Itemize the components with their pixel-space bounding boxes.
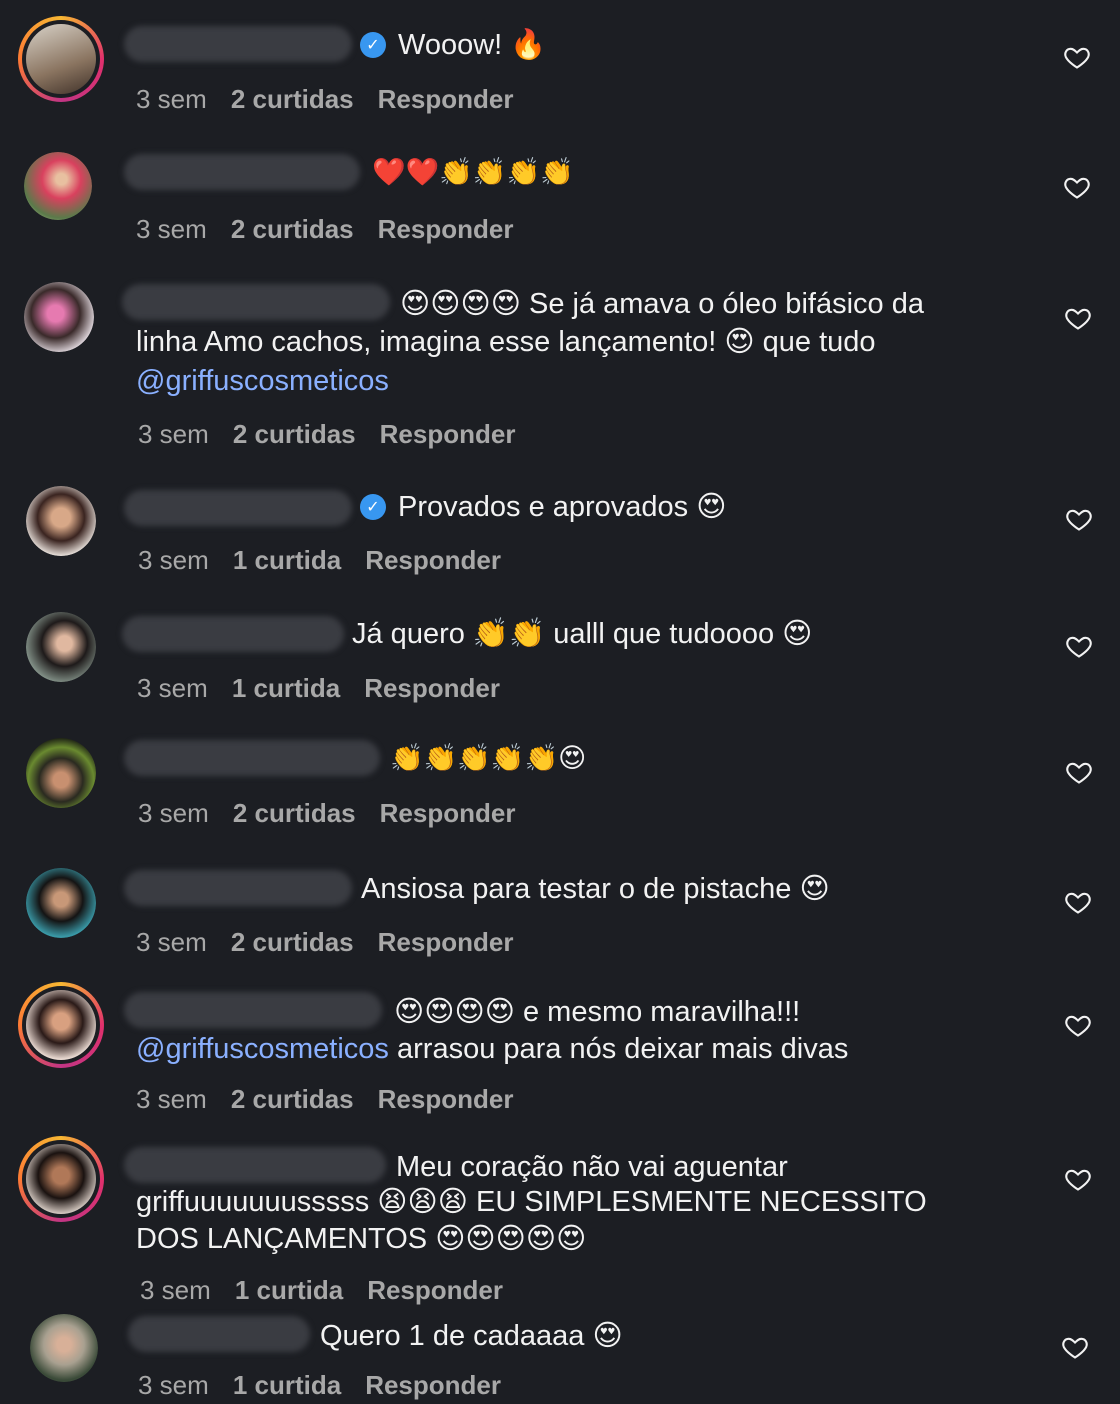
reply-button[interactable]: Responder — [365, 1370, 501, 1400]
comment-time: 3 sem — [136, 927, 207, 957]
username-blurred[interactable] — [124, 26, 352, 62]
comment-text: ❤️❤️👏👏👏👏 — [372, 157, 574, 188]
username-blurred[interactable] — [124, 490, 352, 526]
comment-meta: 3 sem 2 curtidas Responder — [136, 214, 537, 245]
comment-text-line-1: 😍😍😍😍 e mesmo maravilha!!! — [394, 996, 801, 1028]
comment-time: 3 sem — [138, 419, 209, 449]
comment-text-line-2: linha Amo cachos, imagina esse lançament… — [136, 326, 876, 358]
heart-icon[interactable] — [1065, 505, 1093, 533]
reply-button[interactable]: Responder — [365, 545, 501, 575]
likes-count[interactable]: 2 curtidas — [233, 798, 356, 828]
comment-text-line-2: @griffuscosmeticos arrasou para nós deix… — [136, 1030, 848, 1068]
comment-text-rest: arrasou para nós deixar mais divas — [388, 1033, 849, 1065]
comment-meta: 3 sem 1 curtida Responder — [140, 1275, 527, 1306]
comment-text: Wooow! 🔥 — [398, 29, 547, 61]
comment-time: 3 sem — [140, 1275, 211, 1305]
reply-button[interactable]: Responder — [380, 798, 516, 828]
avatar[interactable] — [18, 1136, 104, 1222]
username-blurred[interactable] — [128, 1316, 310, 1352]
comment-time: 3 sem — [137, 673, 208, 703]
avatar[interactable] — [26, 868, 96, 938]
comment-text: Já quero 👏👏 ualll que tudoooo 😍 — [352, 618, 813, 650]
reply-button[interactable]: Responder — [378, 84, 514, 114]
avatar[interactable] — [30, 1314, 98, 1382]
username-blurred[interactable] — [124, 992, 382, 1028]
reply-button[interactable]: Responder — [380, 419, 516, 449]
comment-text: Ansiosa para testar o de pistache 😍 — [361, 873, 830, 905]
avatar[interactable] — [24, 152, 92, 220]
likes-count[interactable]: 2 curtidas — [231, 84, 354, 114]
heart-icon[interactable] — [1064, 1011, 1092, 1039]
avatar[interactable] — [26, 486, 96, 556]
comment-time: 3 sem — [138, 1370, 209, 1400]
username-blurred[interactable] — [124, 1147, 386, 1183]
likes-count[interactable]: 1 curtida — [233, 545, 341, 575]
reply-button[interactable]: Responder — [378, 927, 514, 957]
mention-link[interactable]: @griffuscosmeticos — [136, 1033, 389, 1065]
likes-count[interactable]: 1 curtida — [235, 1275, 343, 1305]
heart-icon[interactable] — [1065, 632, 1093, 660]
avatar[interactable] — [18, 982, 104, 1068]
comment-text-line-1: Meu coração não vai aguentar — [396, 1151, 788, 1183]
comment-meta: 3 sem 2 curtidas Responder — [138, 419, 539, 450]
heart-icon[interactable] — [1063, 43, 1091, 71]
avatar[interactable] — [26, 612, 96, 682]
likes-count[interactable]: 1 curtida — [232, 673, 340, 703]
username-blurred[interactable] — [122, 616, 344, 652]
comment-text-line-3: DOS LANÇAMENTOS 😍😍😍😍😍 — [136, 1223, 587, 1255]
heart-icon[interactable] — [1065, 758, 1093, 786]
avatar[interactable] — [26, 738, 96, 808]
avatar[interactable] — [24, 282, 94, 352]
likes-count[interactable]: 2 curtidas — [231, 927, 354, 957]
comment-meta: 3 sem 2 curtidas Responder — [136, 927, 537, 958]
likes-count[interactable]: 1 curtida — [233, 1370, 341, 1400]
comment-text: 👏👏👏👏👏😍 — [390, 743, 587, 774]
likes-count[interactable]: 2 curtidas — [231, 1084, 354, 1114]
comment-time: 3 sem — [138, 798, 209, 828]
avatar[interactable] — [18, 16, 104, 102]
likes-count[interactable]: 2 curtidas — [231, 214, 354, 244]
comment-time: 3 sem — [138, 545, 209, 575]
comment-meta: 3 sem 2 curtidas Responder — [136, 84, 537, 115]
verified-badge-icon: ✓ — [360, 32, 386, 58]
reply-button[interactable]: Responder — [378, 1084, 514, 1114]
heart-icon[interactable] — [1061, 1333, 1089, 1361]
comment-time: 3 sem — [136, 214, 207, 244]
comment-text: Provados e aprovados 😍 — [398, 491, 727, 523]
heart-icon[interactable] — [1063, 173, 1091, 201]
comment-time: 3 sem — [136, 1084, 207, 1114]
heart-icon[interactable] — [1064, 888, 1092, 916]
username-blurred[interactable] — [124, 870, 352, 906]
comment-meta: 3 sem 2 curtidas Responder — [138, 798, 539, 829]
heart-icon[interactable] — [1064, 304, 1092, 332]
reply-button[interactable]: Responder — [378, 214, 514, 244]
comment-time: 3 sem — [136, 84, 207, 114]
comment-text-line-2: griffuuuuuuusssss 😫😫😫 EU SIMPLESMENTE NE… — [136, 1186, 927, 1218]
comment-meta: 3 sem 1 curtida Responder — [138, 1370, 525, 1401]
mention-link[interactable]: @griffuscosmeticos — [136, 362, 389, 400]
comment-meta: 3 sem 2 curtidas Responder — [136, 1084, 537, 1115]
username-blurred[interactable] — [124, 154, 360, 190]
comment-text: Quero 1 de cadaaaa 😍 — [320, 1320, 623, 1352]
reply-button[interactable]: Responder — [364, 673, 500, 703]
heart-icon[interactable] — [1064, 1165, 1092, 1193]
reply-button[interactable]: Responder — [367, 1275, 503, 1305]
username-blurred[interactable] — [122, 284, 390, 320]
likes-count[interactable]: 2 curtidas — [233, 419, 356, 449]
comment-text-line-1: 😍😍😍😍 Se já amava o óleo bifásico da — [400, 288, 924, 320]
username-blurred[interactable] — [124, 740, 380, 776]
comment-meta: 3 sem 1 curtida Responder — [137, 673, 524, 704]
verified-badge-icon: ✓ — [360, 494, 386, 520]
comment-meta: 3 sem 1 curtida Responder — [138, 545, 525, 576]
